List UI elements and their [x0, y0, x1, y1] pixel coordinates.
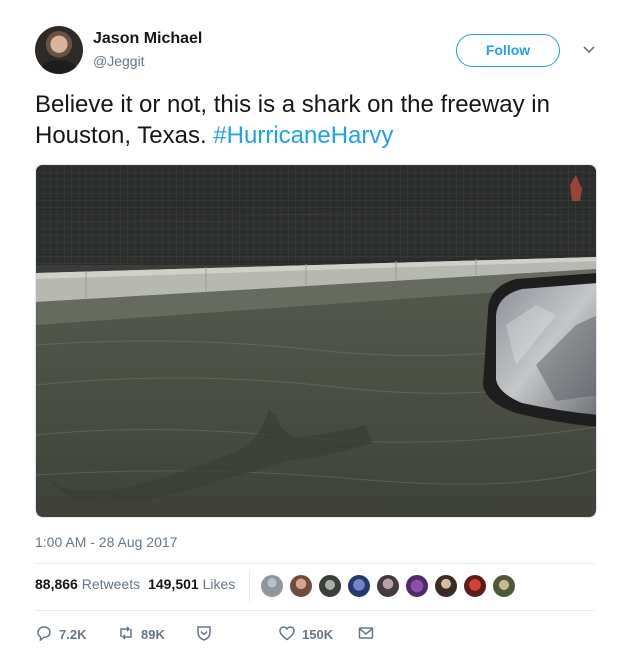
retweet-count: 89K — [141, 626, 165, 642]
engagement-stats: 88,866 Retweets 149,501 Likes — [35, 576, 235, 592]
likes-count: 149,501 — [148, 576, 199, 592]
heart-icon — [278, 624, 296, 645]
liker-avatar[interactable] — [463, 574, 487, 598]
stats-separator — [249, 570, 250, 602]
shield-button[interactable] — [195, 624, 213, 644]
liker-avatar[interactable] — [289, 574, 313, 598]
retweet-button[interactable]: 89K — [117, 624, 165, 644]
shield-icon — [195, 624, 213, 645]
chevron-down-icon[interactable] — [582, 42, 596, 56]
like-count: 150K — [302, 626, 334, 642]
likes-stat[interactable]: 149,501 Likes — [148, 576, 235, 592]
divider-bottom — [35, 610, 595, 611]
liker-avatar[interactable] — [260, 574, 284, 598]
liker-avatar[interactable] — [347, 574, 371, 598]
retweets-stat[interactable]: 88,866 Retweets — [35, 576, 140, 592]
mail-icon — [357, 624, 375, 645]
like-button[interactable]: 150K — [278, 624, 333, 644]
direct-message-button[interactable] — [357, 624, 375, 644]
reply-icon — [35, 624, 53, 645]
author-avatar[interactable] — [35, 26, 83, 74]
liker-avatar[interactable] — [492, 574, 516, 598]
retweets-label: Retweets — [81, 576, 141, 592]
reply-count: 7.2K — [59, 626, 87, 642]
liker-avatar[interactable] — [318, 574, 342, 598]
liker-avatar[interactable] — [434, 574, 458, 598]
hashtag-link[interactable]: #HurricaneHarvy — [213, 122, 393, 149]
retweets-count: 88,866 — [35, 576, 78, 592]
tweet-header: Jason Michael @Jeggit Follow — [35, 26, 605, 76]
follow-button[interactable]: Follow — [456, 34, 560, 67]
tweet-text: Believe it or not, this is a shark on th… — [35, 89, 605, 151]
photo-image — [36, 165, 596, 517]
reply-button[interactable]: 7.2K — [35, 624, 86, 644]
tweet-timestamp[interactable]: 1:00 AM - 28 Aug 2017 — [35, 534, 177, 550]
author-handle[interactable]: @Jeggit — [93, 53, 145, 69]
divider-top — [35, 563, 595, 564]
tweet-actions: 7.2K 89K 150K — [35, 624, 595, 644]
author-name[interactable]: Jason Michael — [93, 30, 202, 48]
tweet-photo[interactable] — [35, 164, 597, 518]
likes-label: Likes — [202, 576, 236, 592]
retweet-icon — [117, 624, 135, 645]
liker-avatar[interactable] — [376, 574, 400, 598]
liker-avatar[interactable] — [405, 574, 429, 598]
